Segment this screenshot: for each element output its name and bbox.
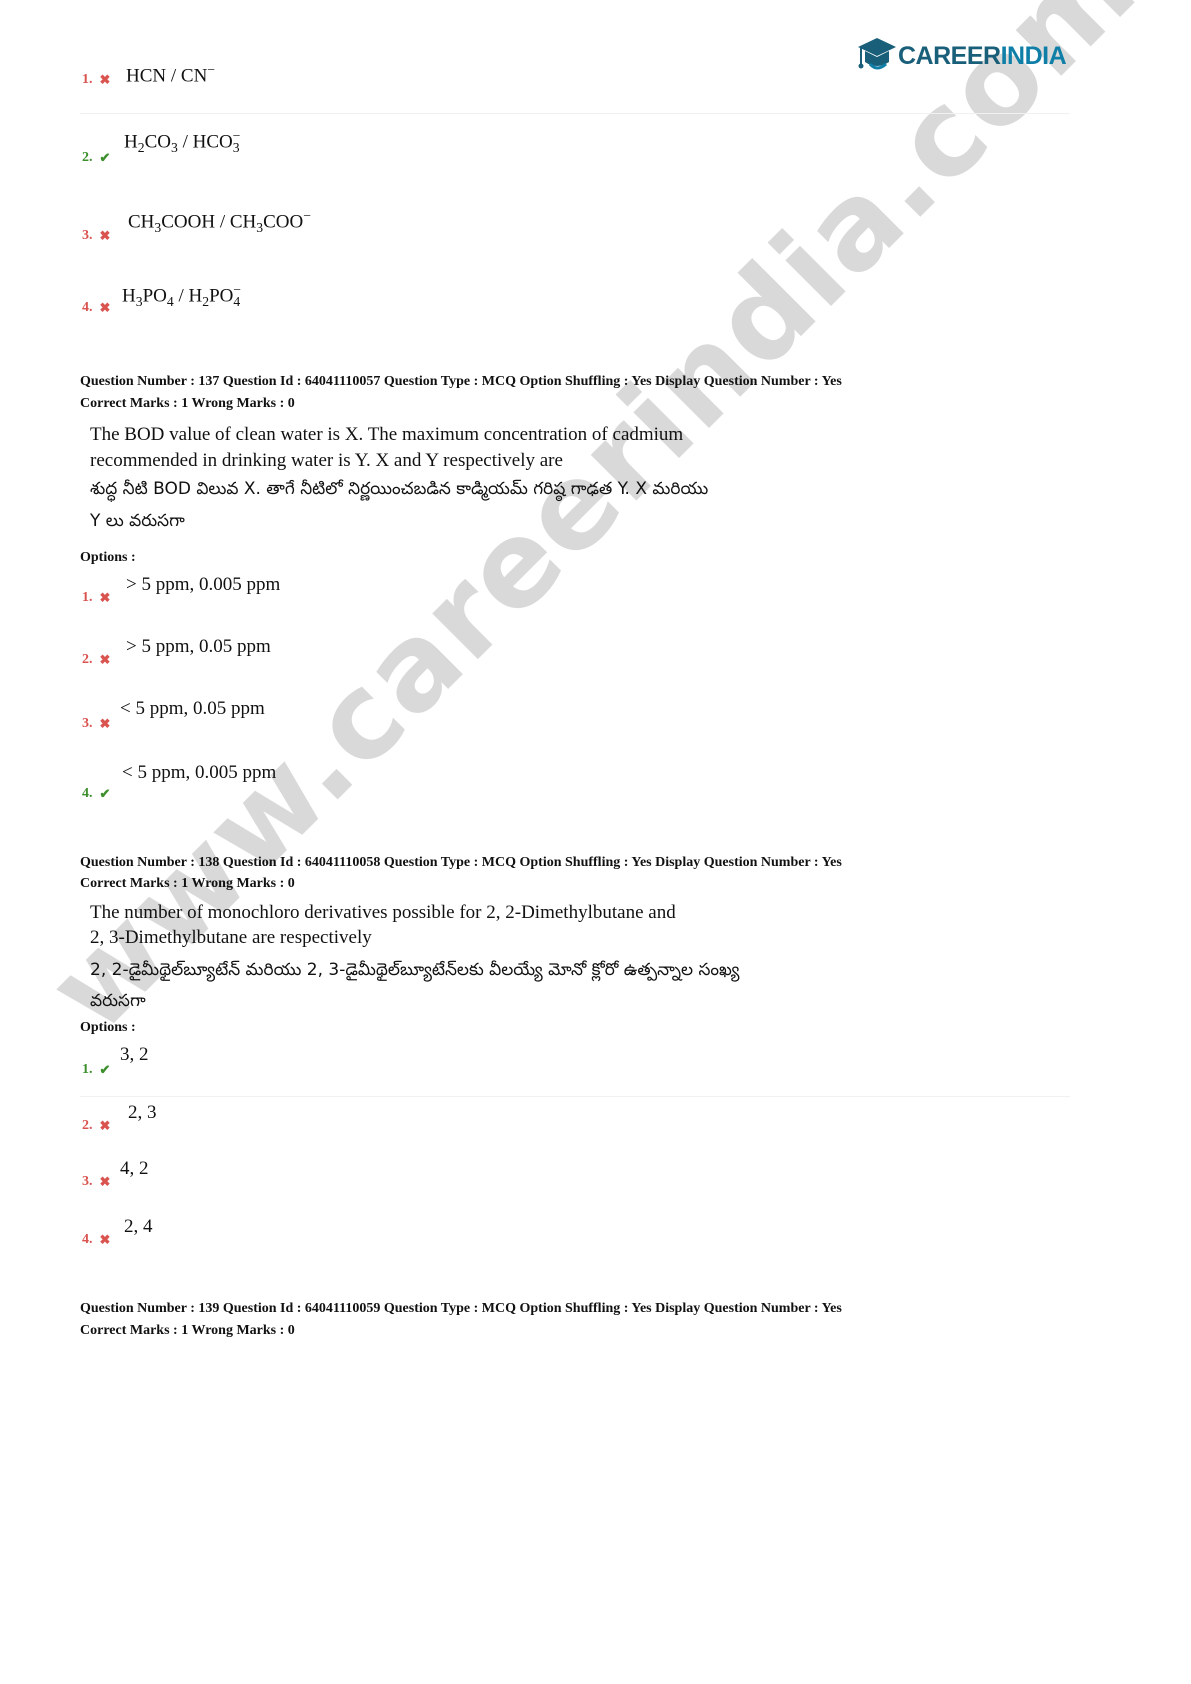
option-number: 4. (82, 1232, 93, 1247)
option-number: 2. (82, 1118, 93, 1133)
q137-option-1: 1. ✖ (82, 590, 112, 606)
q139-meta-line1: Question Number : 139 Question Id : 6404… (80, 1301, 842, 1316)
option-number: 3. (82, 1174, 93, 1189)
check-icon: ✔ (99, 150, 111, 165)
q139-meta-line2: Correct Marks : 1 Wrong Marks : 0 (80, 1323, 295, 1338)
cross-icon: ✖ (99, 72, 111, 87)
q138-option-1: 1. ✔ (82, 1062, 112, 1078)
q137-options-label: Options : (80, 550, 136, 565)
top-option-3-text: CH3COOH / CH3COO− (128, 208, 311, 236)
q137-text-en-2: recommended in drinking water is Y. X an… (90, 450, 563, 471)
option-number: 1. (82, 590, 93, 605)
divider (80, 1096, 1070, 1097)
q137-option-2: 2. ✖ (82, 652, 112, 668)
option-number: 3. (82, 228, 93, 243)
check-icon: ✔ (99, 1062, 111, 1077)
cross-icon: ✖ (99, 1118, 111, 1133)
q138-meta-line1: Question Number : 138 Question Id : 6404… (80, 855, 842, 870)
graduation-cap-icon (858, 38, 896, 70)
q138-text-en-2: 2, 3-Dimethylbutane are respectively (90, 927, 372, 948)
q137-meta-line2: Correct Marks : 1 Wrong Marks : 0 (80, 396, 295, 411)
q138-text-en-1: The number of monochloro derivatives pos… (90, 902, 676, 923)
check-icon: ✔ (99, 786, 111, 801)
top-option-2: 2. ✔ (82, 150, 112, 166)
q138-meta-line2: Correct Marks : 1 Wrong Marks : 0 (80, 876, 295, 891)
q138-options-label: Options : (80, 1020, 136, 1035)
option-number: 1. (82, 72, 93, 87)
q138-option-3-text: 4, 2 (120, 1158, 149, 1179)
cross-icon: ✖ (99, 228, 111, 243)
option-number: 4. (82, 786, 93, 801)
option-number: 2. (82, 652, 93, 667)
q138-option-4-text: 2, 4 (124, 1216, 153, 1237)
q138-text-te-2: వరుసగా (90, 991, 146, 1011)
q137-option-3-text: < 5 ppm, 0.05 ppm (120, 698, 265, 719)
q138-text-te-1: 2, 2-డైమీథైల్‌బ్యూటేన్ మరియు 2, 3-డైమీథై… (90, 960, 740, 980)
q138-option-4: 4. ✖ (82, 1232, 112, 1248)
q137-option-1-text: > 5 ppm, 0.005 ppm (126, 574, 281, 595)
q137-option-4-text: < 5 ppm, 0.005 ppm (122, 762, 277, 783)
option-number: 3. (82, 716, 93, 731)
q137-option-2-text: > 5 ppm, 0.05 ppm (126, 636, 271, 657)
cross-icon: ✖ (99, 300, 111, 315)
top-option-4-text: H3PO4 / H2PO4− (122, 282, 241, 310)
q137-meta-line1: Question Number : 137 Question Id : 6404… (80, 374, 842, 389)
top-option-4: 4. ✖ (82, 300, 112, 316)
cross-icon: ✖ (99, 652, 111, 667)
logo-text: CAREERINDIA (898, 41, 1067, 70)
q138-option-1-text: 3, 2 (120, 1044, 149, 1065)
top-option-3: 3. ✖ (82, 228, 112, 244)
option-number: 4. (82, 300, 93, 315)
cross-icon: ✖ (99, 590, 111, 605)
q138-option-2: 2. ✖ (82, 1118, 112, 1134)
top-option-2-text: H2CO3 / HCO3− (124, 128, 241, 156)
q137-text-en-1: The BOD value of clean water is X. The m… (90, 424, 684, 445)
top-option-1: 1. ✖ (82, 72, 112, 88)
q138-option-3: 3. ✖ (82, 1174, 112, 1190)
cross-icon: ✖ (99, 1174, 111, 1189)
cross-icon: ✖ (99, 716, 111, 731)
q137-option-3: 3. ✖ (82, 716, 112, 732)
careerindia-logo: CAREERINDIA (856, 34, 1067, 78)
q138-option-2-text: 2, 3 (128, 1102, 157, 1123)
top-option-1-text: HCN / CN− (126, 62, 216, 87)
q137-text-te-2: Y లు వరుసగా (90, 511, 185, 531)
option-number: 2. (82, 150, 93, 165)
option-number: 1. (82, 1062, 93, 1077)
cross-icon: ✖ (99, 1232, 111, 1247)
divider (80, 113, 1070, 114)
q137-text-te-1: శుద్ధ నీటి BOD విలువ X. తాగే నీటిలో నిర్… (90, 479, 709, 499)
q137-option-4: 4. ✔ (82, 786, 112, 802)
